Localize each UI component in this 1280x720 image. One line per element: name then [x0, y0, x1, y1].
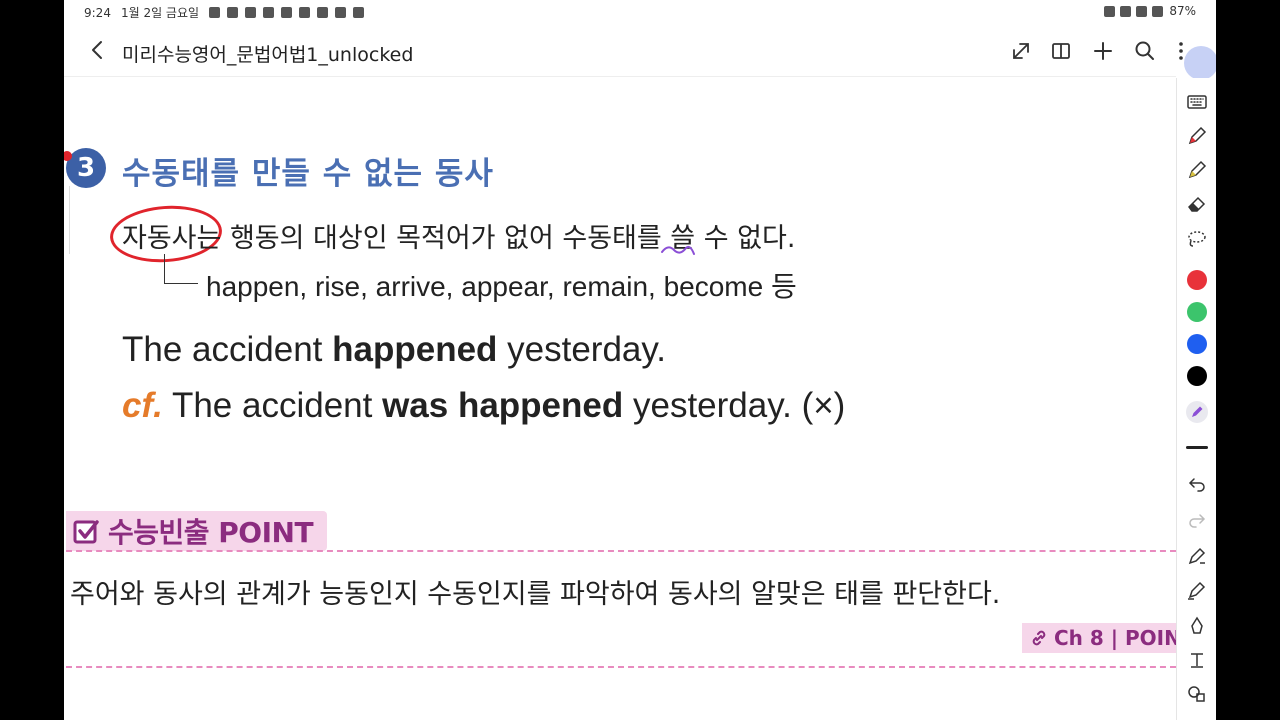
- back-icon[interactable]: [86, 38, 110, 62]
- notification-icons: [209, 7, 365, 18]
- example1-start: The accident: [122, 330, 333, 369]
- app-header: 미리수능영어_문법어법1_unlocked: [64, 30, 1216, 74]
- pen-settings-icon[interactable]: [1185, 544, 1209, 568]
- search-icon[interactable]: [1132, 38, 1158, 64]
- dashed-divider: [66, 666, 1176, 668]
- add-icon[interactable]: [1090, 38, 1116, 64]
- window-icon: [335, 7, 347, 18]
- header-divider: [64, 76, 1176, 77]
- section-title: 수동태를 만들 수 없는 동사: [122, 156, 494, 192]
- book-view-icon[interactable]: [1048, 38, 1074, 64]
- fountain-pen-icon[interactable]: [1185, 614, 1209, 638]
- verb-examples: happen, rise, arrive, appear, remain, be…: [206, 271, 797, 302]
- play-icon: [317, 7, 329, 18]
- cf-label: cf.: [122, 386, 163, 425]
- keyboard-icon[interactable]: [1185, 90, 1209, 114]
- color-green-swatch[interactable]: [1187, 302, 1207, 322]
- link-icon: [1032, 630, 1046, 646]
- status-bar: 9:24 1월 2일 금요일 87%: [64, 0, 1216, 24]
- mute-icon: [1136, 5, 1148, 17]
- highlighter-icon[interactable]: [1185, 158, 1209, 182]
- floating-pen-button[interactable]: [1184, 46, 1216, 80]
- color-blue-swatch[interactable]: [1187, 334, 1207, 354]
- section-number-badge: 3: [66, 148, 106, 188]
- download-icon: [281, 7, 293, 18]
- dashed-divider: [66, 550, 1176, 552]
- bracket-connector: [164, 254, 198, 284]
- shape-pen-icon[interactable]: [1185, 578, 1209, 602]
- document-page[interactable]: 3 수동태를 만들 수 없는 동사 자동사는 행동의 대상인 목적어가 없어 수…: [64, 78, 1203, 720]
- lasso-icon[interactable]: [1185, 226, 1209, 250]
- point-label: 수능빈출 POINT: [108, 516, 314, 549]
- lock-icon: [1104, 5, 1116, 17]
- undo-icon[interactable]: [1185, 472, 1209, 496]
- pen-icon: [1120, 5, 1132, 17]
- battery-level: 87%: [1169, 4, 1196, 18]
- circled-word: 자동사: [122, 223, 197, 254]
- expand-icon[interactable]: [1008, 38, 1034, 64]
- redo-icon[interactable]: [1185, 508, 1209, 532]
- document-title: 미리수능영어_문법어법1_unlocked: [122, 44, 414, 66]
- color-red-swatch[interactable]: [1187, 270, 1207, 290]
- page-edge-mark: [64, 186, 70, 254]
- example1-end: yesterday.: [497, 330, 667, 369]
- wifi-icon: [1152, 5, 1164, 17]
- pen-tool-icon[interactable]: [1185, 124, 1209, 148]
- cloud-icon: [227, 7, 239, 18]
- pen-toolbar: [1176, 78, 1216, 720]
- example-sentence-correct: The accident happened yesterday.: [122, 330, 666, 370]
- status-time: 9:24: [84, 5, 111, 20]
- chapter-reference-label: Ch 8 | POINT: [1054, 626, 1195, 650]
- cloud-icon: [353, 7, 365, 18]
- text-tool-icon[interactable]: [1185, 648, 1209, 672]
- system-icons: [1104, 5, 1164, 17]
- example2-end: yesterday. (×): [623, 386, 846, 425]
- example2-start: The accident: [162, 386, 383, 425]
- bag-icon: [263, 7, 275, 18]
- example-sentence-incorrect: cf. The accident was happened yesterday.…: [122, 386, 845, 426]
- shapes-icon[interactable]: [1185, 682, 1209, 706]
- point-badge: 수능빈출 POINT: [66, 511, 328, 551]
- status-right: 87%: [1104, 4, 1196, 18]
- screenshot-icon: [245, 7, 257, 18]
- notification-icon: [209, 7, 221, 18]
- color-black-swatch[interactable]: [1187, 366, 1207, 386]
- play-store-icon: [299, 7, 311, 18]
- status-left: 9:24 1월 2일 금요일: [84, 4, 365, 21]
- rule-rest: 는 행동의 대상인 목적어가 없어 수동태를 쓸 수 없다.: [196, 223, 796, 254]
- example1-verb: happened: [332, 330, 498, 369]
- handwritten-squiggle-annotation: [661, 245, 695, 255]
- stroke-width-indicator[interactable]: [1186, 446, 1208, 449]
- custom-pen-icon[interactable]: [1185, 400, 1209, 424]
- point-description: 주어와 동사의 관계가 능동인지 수동인지를 파악하여 동사의 알맞은 태를 판…: [70, 579, 1001, 610]
- eraser-icon[interactable]: [1185, 192, 1209, 216]
- example2-verb: was happened: [382, 386, 624, 425]
- app-screen: 9:24 1월 2일 금요일 87% 미리수능영어_문법어법1_unlocked…: [64, 0, 1216, 720]
- status-date: 1월 2일 금요일: [120, 6, 200, 20]
- checkbox-icon: [73, 520, 99, 544]
